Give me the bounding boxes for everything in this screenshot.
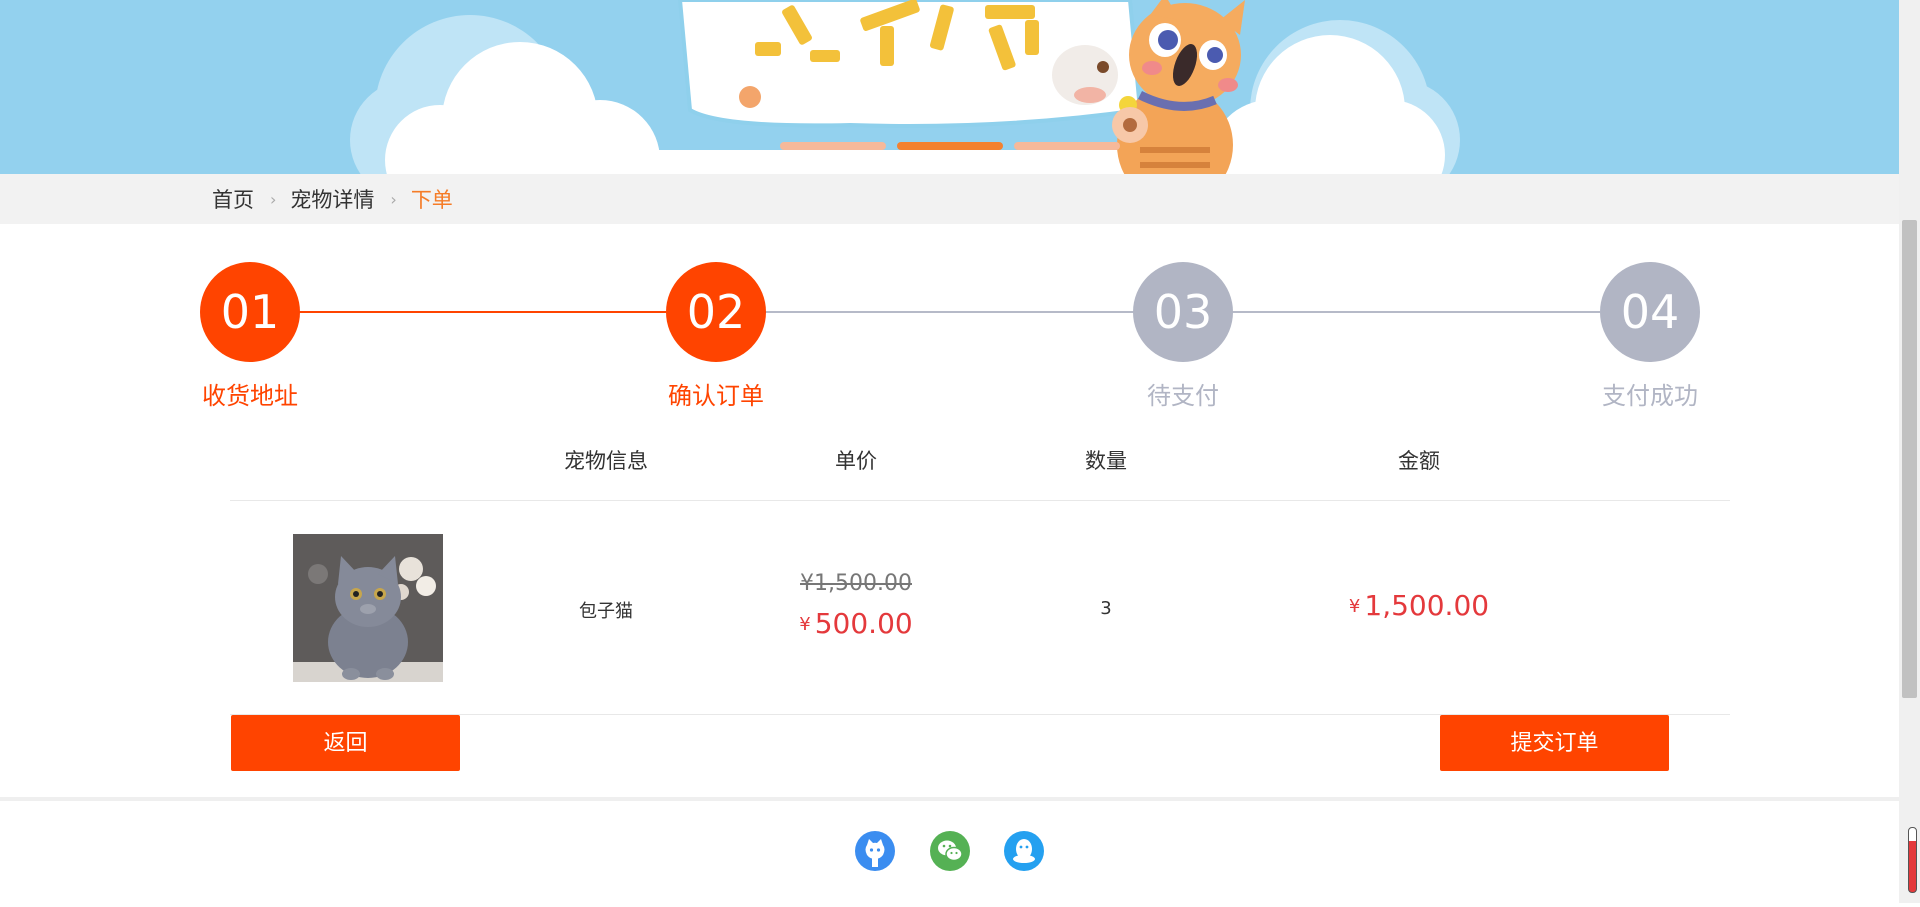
chevron-right-icon: › [390, 189, 397, 209]
unit-price-value: 500.00 [814, 607, 913, 640]
step-connector-3 [1232, 311, 1600, 313]
footer [0, 797, 1899, 907]
scrollbar-thumb[interactable] [1902, 220, 1917, 698]
breadcrumb-home[interactable]: 首页 [212, 184, 254, 214]
breadcrumb: 首页 › 宠物详情 › 下单 [212, 174, 453, 224]
pet-name: 包子猫 [579, 601, 633, 622]
scroll-to-top-thermometer-icon[interactable] [1908, 827, 1917, 893]
step-number: 01 [200, 262, 300, 362]
header-pet-info: 宠物信息 [564, 449, 648, 473]
breadcrumb-current: 下单 [410, 188, 453, 212]
quantity-value: 3 [1100, 598, 1112, 619]
step-connector-2 [764, 311, 1134, 313]
step-1: 01 收货地址 [200, 262, 300, 410]
step-label: 收货地址 [202, 382, 298, 410]
step-label: 支付成功 [1602, 382, 1698, 410]
step-number: 04 [1600, 262, 1700, 362]
original-price: ¥1,500.00 [800, 571, 912, 596]
step-4: 04 支付成功 [1600, 262, 1700, 410]
carousel-dot-1[interactable] [780, 142, 886, 150]
step-number: 02 [666, 262, 766, 362]
pet-thumbnail[interactable] [293, 534, 443, 682]
order-table-header: 宠物信息 单价 数量 金额 [230, 445, 1730, 501]
carousel-dot-3[interactable] [1014, 142, 1120, 150]
breadcrumb-pet-detail[interactable]: 宠物详情 [290, 184, 374, 214]
chevron-right-icon: › [270, 189, 277, 209]
header-unit-price: 单价 [835, 449, 877, 473]
step-3: 03 待支付 [1133, 262, 1233, 410]
total-amount-value: 1,500.00 [1364, 589, 1490, 622]
header-amount: 金额 [1398, 449, 1440, 473]
table-row: 包子猫 ¥1,500.00 ¥500.00 3 ¥1,500.00 [230, 501, 1730, 715]
page-scrollbar[interactable] [1899, 0, 1920, 903]
step-2: 02 确认订单 [666, 262, 766, 410]
total-amount: ¥1,500.00 [1349, 589, 1489, 622]
header-quantity: 数量 [1085, 449, 1127, 473]
order-progress-steps: 01 收货地址 02 确认订单 03 待支付 04 支付成功 [0, 262, 1899, 412]
github-icon[interactable] [855, 831, 895, 871]
currency-symbol: ¥ [1348, 596, 1361, 617]
unit-price: ¥500.00 [799, 607, 912, 640]
gray-kitten-photo [293, 534, 443, 682]
currency-symbol: ¥ [799, 614, 811, 635]
back-button[interactable]: 返回 [231, 715, 460, 771]
qq-icon[interactable] [1004, 831, 1044, 871]
banner-carousel[interactable] [0, 0, 1899, 174]
breadcrumb-bar: 首页 › 宠物详情 › 下单 [0, 174, 1899, 224]
step-label: 确认订单 [668, 382, 764, 410]
wechat-icon[interactable] [930, 831, 970, 871]
step-number: 03 [1133, 262, 1233, 362]
step-connector-1 [298, 311, 666, 313]
carousel-indicators [780, 142, 1120, 150]
step-label: 待支付 [1147, 382, 1219, 410]
submit-order-button[interactable]: 提交订单 [1440, 715, 1669, 771]
carousel-dot-2[interactable] [897, 142, 1003, 150]
